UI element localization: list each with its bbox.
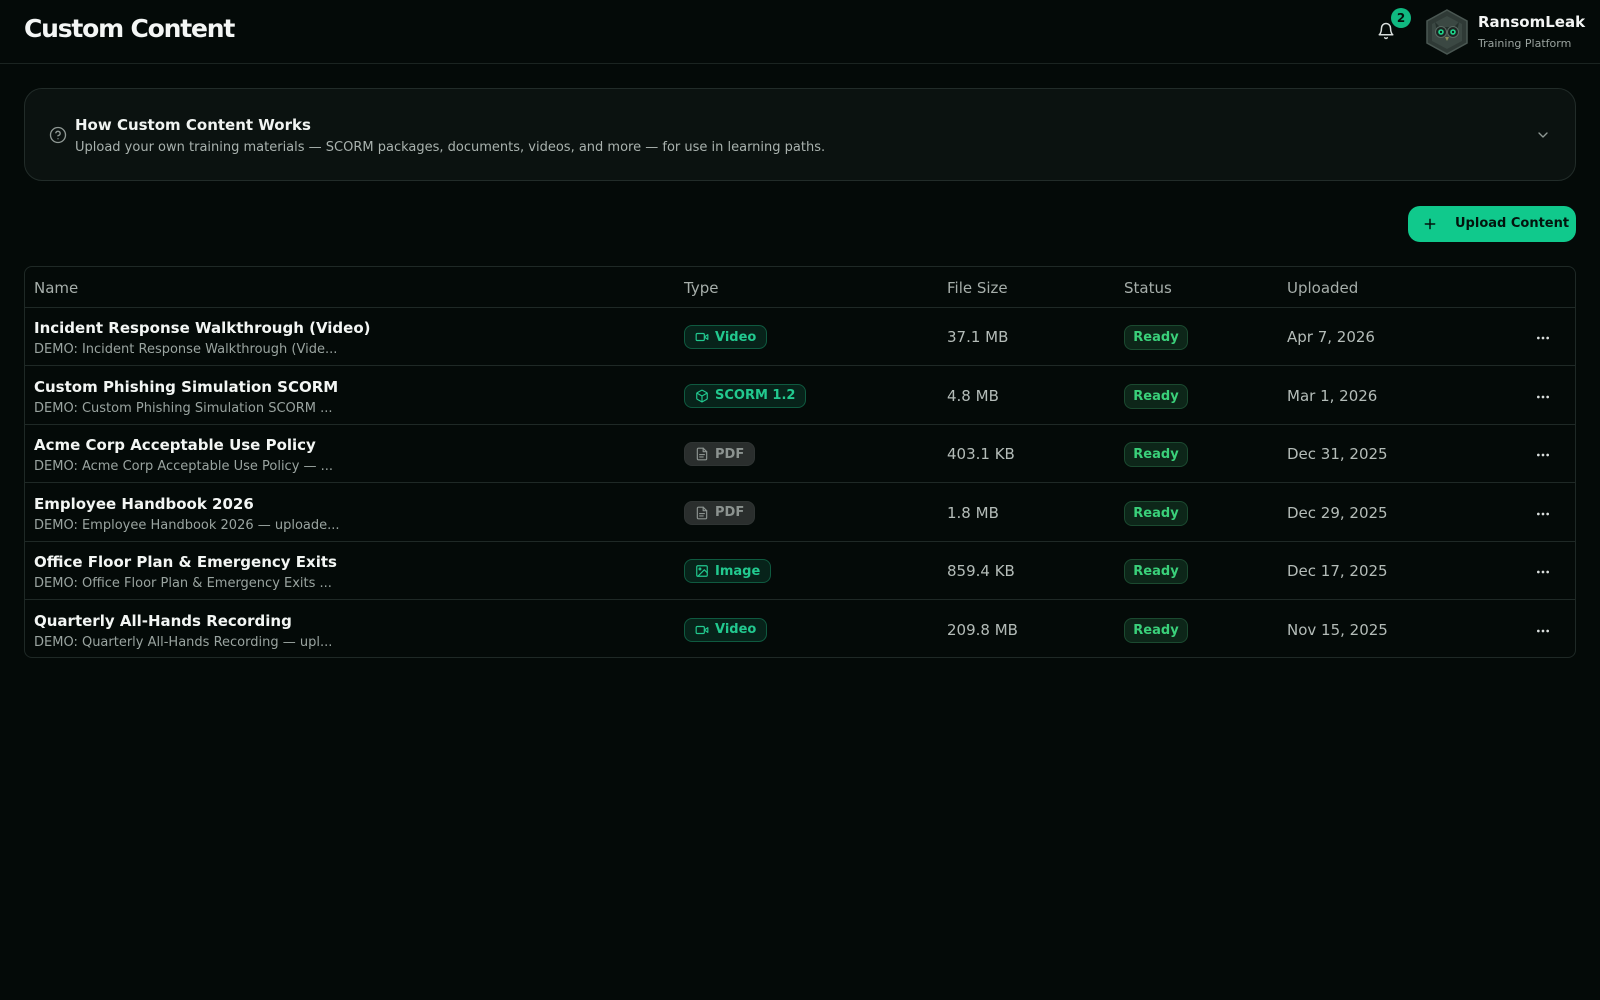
org-name: RansomLeak [1478, 13, 1586, 31]
content-name[interactable]: Incident Response Walkthrough (Video) [34, 319, 371, 337]
status-badge: Ready [1124, 325, 1188, 350]
type-badge: Video [684, 617, 768, 642]
info-card-description: Upload your own training materials — SCO… [75, 140, 826, 155]
more-actions-icon[interactable] [1533, 328, 1553, 348]
content-description: DEMO: Custom Phishing Simulation SCORM .… [34, 400, 333, 416]
column-header-status[interactable]: Status [1124, 279, 1172, 297]
table-header: Name Type File Size Status Uploaded [25, 267, 1575, 308]
upload-content-label: Upload Content [1455, 216, 1570, 231]
column-header-type[interactable]: Type [684, 279, 718, 297]
table-row[interactable]: Employee Handbook 2026 DEMO: Employee Han… [25, 484, 1575, 542]
type-badge: Video [684, 325, 768, 349]
type-label: PDF [715, 446, 745, 462]
more-actions-icon[interactable] [1533, 445, 1553, 465]
status-badge: Ready [1124, 500, 1188, 526]
content-description: DEMO: Office Floor Plan & Emergency Exit… [34, 576, 332, 591]
document-icon [695, 506, 709, 520]
table-row[interactable]: Office Floor Plan & Emergency Exits DEMO:… [25, 542, 1575, 600]
content-name[interactable]: Custom Phishing Simulation SCORM [34, 378, 338, 396]
content-table: Name Type File Size Status Uploaded Inci… [24, 266, 1576, 658]
uploaded-date: Dec 29, 2025 [1287, 503, 1388, 522]
document-icon [695, 447, 709, 461]
type-badge: Image [684, 559, 772, 583]
file-size: 859.4 KB [947, 562, 1015, 580]
more-actions-icon[interactable] [1533, 504, 1553, 524]
table-row[interactable]: Incident Response Walkthrough (Video) DEM… [25, 308, 1575, 366]
content-description: DEMO: Quarterly All-Hands Recording — up… [34, 634, 333, 650]
type-label: PDF [715, 505, 745, 520]
more-actions-icon[interactable] [1533, 387, 1553, 407]
help-circle-icon [49, 126, 67, 144]
video-icon [695, 623, 709, 637]
upload-content-button[interactable]: Upload Content [1408, 206, 1576, 242]
file-size: 1.8 MB [947, 503, 999, 522]
chevron-down-icon[interactable] [1535, 127, 1551, 143]
status-badge: Ready [1124, 442, 1188, 467]
uploaded-date: Apr 7, 2026 [1287, 328, 1375, 346]
file-size: 4.8 MB [947, 386, 999, 405]
file-size: 403.1 KB [947, 445, 1015, 463]
status-badge: Ready [1124, 559, 1188, 584]
content-description: DEMO: Incident Response Walkthrough (Vid… [34, 342, 338, 357]
table-row[interactable]: Quarterly All-Hands Recording DEMO: Quart… [25, 601, 1575, 658]
org-subtitle: Training Platform [1478, 37, 1572, 50]
content-description: DEMO: Employee Handbook 2026 — uploade..… [34, 517, 340, 533]
type-badge: SCORM 1.2 [684, 383, 807, 408]
owl-avatar-icon[interactable] [1424, 8, 1470, 56]
uploaded-date: Nov 15, 2025 [1287, 620, 1388, 639]
image-icon [695, 564, 709, 578]
content-name[interactable]: Employee Handbook 2026 [34, 495, 254, 513]
type-badge: PDF [684, 500, 756, 525]
package-icon [695, 389, 709, 403]
type-label: Image [715, 563, 761, 579]
plus-icon [1422, 216, 1438, 232]
more-actions-icon[interactable] [1533, 621, 1553, 641]
top-bar: Custom Content 2 RansomLeak Training Pla… [0, 0, 1600, 64]
uploaded-date: Mar 1, 2026 [1287, 386, 1378, 405]
column-header-file-size[interactable]: File Size [947, 279, 1008, 297]
content-description: DEMO: Acme Corp Acceptable Use Policy — … [34, 459, 334, 474]
type-badge: PDF [684, 442, 756, 466]
column-header-name[interactable]: Name [34, 279, 78, 297]
how-it-works-card[interactable]: How Custom Content Works Upload your own… [24, 88, 1576, 181]
file-size: 209.8 MB [947, 620, 1018, 639]
video-icon [695, 330, 709, 344]
type-label: SCORM 1.2 [715, 388, 796, 403]
uploaded-date: Dec 31, 2025 [1287, 445, 1388, 463]
info-card-title: How Custom Content Works [75, 116, 311, 134]
table-row[interactable]: Custom Phishing Simulation SCORM DEMO: Cu… [25, 367, 1575, 425]
table-row[interactable]: Acme Corp Acceptable Use Policy DEMO: Acm… [25, 425, 1575, 483]
page-title: Custom Content [24, 14, 235, 43]
content-name[interactable]: Acme Corp Acceptable Use Policy [34, 436, 316, 454]
type-label: Video [715, 329, 757, 345]
uploaded-date: Dec 17, 2025 [1287, 562, 1388, 580]
content-name[interactable]: Office Floor Plan & Emergency Exits [34, 553, 337, 571]
more-actions-icon[interactable] [1533, 562, 1553, 582]
status-badge: Ready [1124, 617, 1188, 643]
type-label: Video [715, 622, 757, 637]
status-badge: Ready [1124, 383, 1188, 409]
content-name[interactable]: Quarterly All-Hands Recording [34, 612, 292, 630]
notification-count-badge: 2 [1391, 8, 1411, 28]
file-size: 37.1 MB [947, 328, 1009, 346]
column-header-uploaded[interactable]: Uploaded [1287, 279, 1358, 297]
